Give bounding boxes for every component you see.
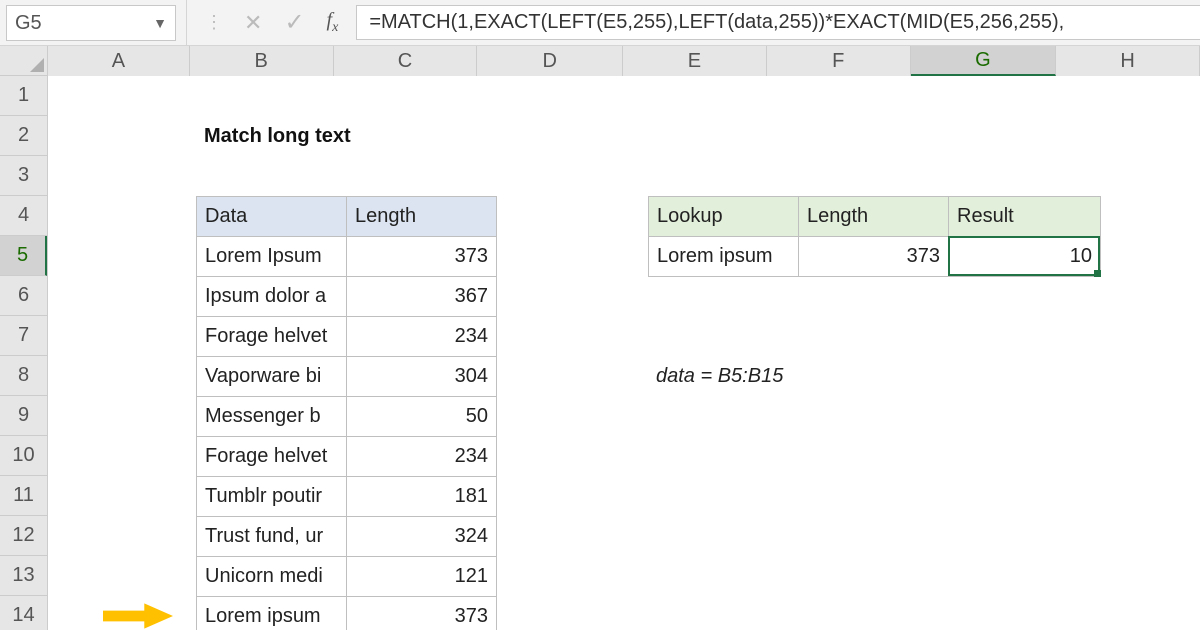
row-header-3[interactable]: 3 (0, 156, 47, 196)
row-header-10[interactable]: 10 (0, 436, 47, 476)
row-header-9[interactable]: 9 (0, 396, 47, 436)
table1-header-data[interactable]: Data (196, 196, 347, 237)
table1-length-row-10[interactable]: 373 (346, 596, 497, 630)
table2-header-lookup[interactable]: Lookup (648, 196, 799, 237)
table1-length-row-4[interactable]: 304 (346, 356, 497, 397)
row-header-13[interactable]: 13 (0, 556, 47, 596)
table1-data-row-8[interactable]: Trust fund, ur (196, 516, 347, 557)
table2-result-val[interactable]: 10 (948, 236, 1101, 277)
table1-length-row-6[interactable]: 234 (346, 436, 497, 477)
name-box-value: G5 (15, 12, 42, 35)
named-range-note[interactable]: data = B5:B15 (648, 356, 949, 397)
cell-grid[interactable]: Match long textDataLengthLorem Ipsum373I… (48, 76, 1200, 630)
formula-text: =MATCH(1,EXACT(LEFT(E5,255),LEFT(data,25… (369, 11, 1064, 34)
fx-button-group: ⋮ ✕ ✓ fx (186, 0, 356, 45)
row-header-6[interactable]: 6 (0, 276, 47, 316)
row-header-2[interactable]: 2 (0, 116, 47, 156)
table1-length-row-3[interactable]: 234 (346, 316, 497, 357)
row-header-1[interactable]: 1 (0, 76, 47, 116)
row-header-8[interactable]: 8 (0, 356, 47, 396)
row-header-5[interactable]: 5 (0, 236, 47, 276)
table2-lookup-val[interactable]: Lorem ipsum (648, 236, 799, 277)
column-header-D[interactable]: D (477, 46, 623, 76)
column-header-C[interactable]: C (334, 46, 478, 76)
row-header-12[interactable]: 12 (0, 516, 47, 556)
table1-data-row-10[interactable]: Lorem ipsum (196, 596, 347, 630)
select-all-corner[interactable] (0, 46, 48, 76)
table2-header-length[interactable]: Length (798, 196, 949, 237)
table1-data-row-3[interactable]: Forage helvet (196, 316, 347, 357)
table1-data-row-1[interactable]: Lorem Ipsum (196, 236, 347, 277)
worksheet[interactable]: ABCDEFGH 1234567891011121314 Match long … (0, 46, 1200, 630)
table1-data-row-7[interactable]: Tumblr poutir (196, 476, 347, 517)
table1-length-row-7[interactable]: 181 (346, 476, 497, 517)
table1-data-row-2[interactable]: Ipsum dolor a (196, 276, 347, 317)
table1-length-row-8[interactable]: 324 (346, 516, 497, 557)
enter-icon[interactable]: ✓ (284, 8, 304, 37)
table1-data-row-9[interactable]: Unicorn medi (196, 556, 347, 597)
drag-dots-icon: ⋮ (205, 12, 222, 33)
table1-length-row-1[interactable]: 373 (346, 236, 497, 277)
row-header-14[interactable]: 14 (0, 596, 47, 630)
table1-length-row-2[interactable]: 367 (346, 276, 497, 317)
row-headers: 1234567891011121314 (0, 76, 48, 630)
table1-length-row-5[interactable]: 50 (346, 396, 497, 437)
formula-input[interactable]: =MATCH(1,EXACT(LEFT(E5,255),LEFT(data,25… (356, 5, 1200, 40)
column-header-B[interactable]: B (190, 46, 334, 76)
column-headers: ABCDEFGH (48, 46, 1200, 76)
name-box[interactable]: G5 ▼ (6, 5, 176, 41)
page-title[interactable]: Match long text (196, 116, 497, 157)
table2-length-val[interactable]: 373 (798, 236, 949, 277)
fx-icon[interactable]: fx (327, 9, 339, 36)
column-header-E[interactable]: E (623, 46, 767, 76)
row-header-7[interactable]: 7 (0, 316, 47, 356)
column-header-G[interactable]: G (911, 46, 1057, 76)
row-header-11[interactable]: 11 (0, 476, 47, 516)
column-header-F[interactable]: F (767, 46, 911, 76)
chevron-down-icon[interactable]: ▼ (153, 15, 167, 31)
table1-data-row-5[interactable]: Messenger b (196, 396, 347, 437)
table1-data-row-4[interactable]: Vaporware bi (196, 356, 347, 397)
table1-header-length[interactable]: Length (346, 196, 497, 237)
column-header-H[interactable]: H (1056, 46, 1200, 76)
table2-header-result[interactable]: Result (948, 196, 1101, 237)
table1-data-row-6[interactable]: Forage helvet (196, 436, 347, 477)
row-header-4[interactable]: 4 (0, 196, 47, 236)
column-header-A[interactable]: A (48, 46, 190, 76)
formula-bar: G5 ▼ ⋮ ✕ ✓ fx =MATCH(1,EXACT(LEFT(E5,255… (0, 0, 1200, 46)
table1-length-row-9[interactable]: 121 (346, 556, 497, 597)
cancel-icon[interactable]: ✕ (244, 10, 262, 36)
arrow-right-icon (103, 603, 173, 629)
